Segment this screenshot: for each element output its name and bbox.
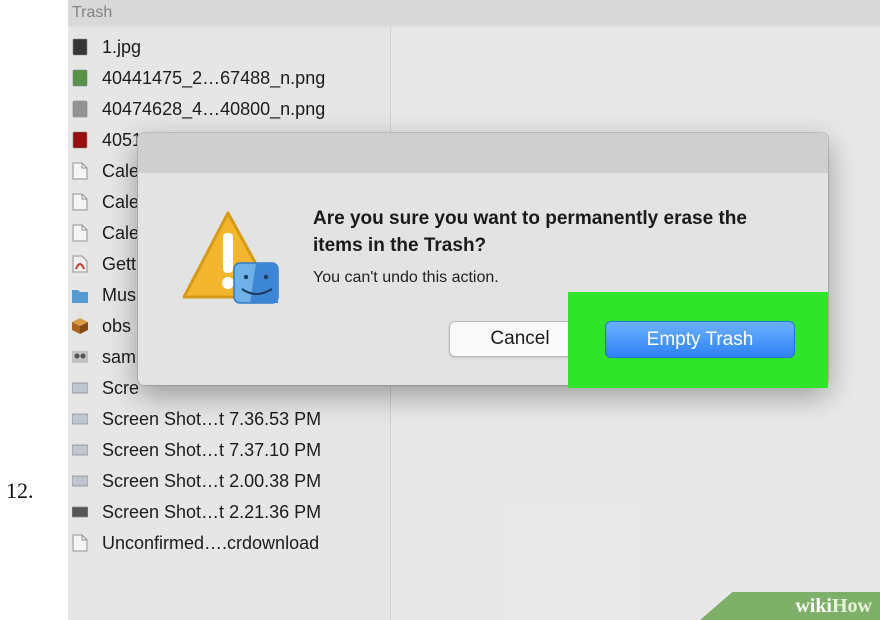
dialog-message: You can't undo this action. — [313, 269, 499, 286]
warning-icon — [182, 211, 279, 304]
watermark-wiki: wiki — [795, 595, 832, 617]
empty-trash-button[interactable]: Empty Trash — [605, 321, 795, 358]
watermark-how: How — [832, 595, 872, 617]
dialog-title: Are you sure you want to permanently era… — [313, 208, 747, 256]
step-number: 12. — [6, 478, 34, 503]
dialog-header-bar — [138, 133, 828, 173]
